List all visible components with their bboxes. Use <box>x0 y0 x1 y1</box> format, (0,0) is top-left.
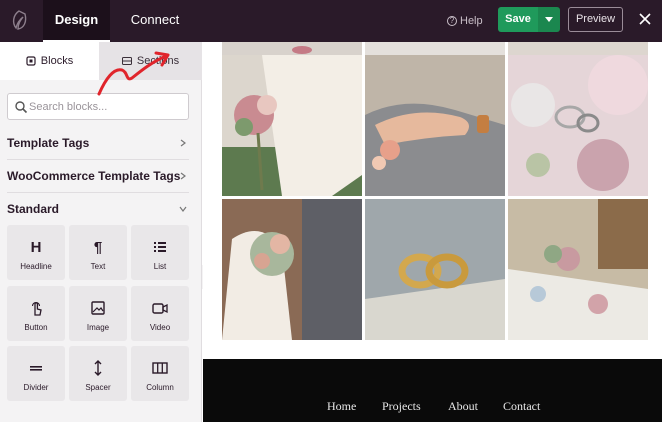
headline-icon: H <box>30 238 42 256</box>
block-label: Text <box>90 262 106 271</box>
image-icon <box>91 301 105 315</box>
block-text[interactable]: ¶ Text <box>69 225 127 280</box>
preview-button[interactable]: Preview <box>568 7 623 32</box>
block-button[interactable]: Button <box>7 286 65 341</box>
group-label: Standard <box>7 202 60 216</box>
block-label: Divider <box>23 383 49 392</box>
block-divider[interactable]: Divider <box>7 346 65 401</box>
gold-rings-photo <box>365 199 505 340</box>
block-list[interactable]: List <box>131 225 189 280</box>
group-woocommerce-template-tags[interactable]: WooCommerce Template Tags <box>7 160 189 193</box>
block-column[interactable]: Column <box>131 346 189 401</box>
block-spacer[interactable]: Spacer <box>69 346 127 401</box>
footer: Home Projects About Contact <box>203 359 662 422</box>
top-bar: Design Connect ? Help Save Preview <box>0 0 662 42</box>
seedprod-logo-icon <box>12 10 27 30</box>
block-video[interactable]: Video <box>131 286 189 341</box>
block-label: Button <box>24 323 48 332</box>
tab-connect[interactable]: Connect <box>125 0 185 42</box>
block-headline[interactable]: H Headline <box>7 225 65 280</box>
close-icon[interactable] <box>637 11 653 27</box>
help-link[interactable]: ? Help <box>447 13 483 29</box>
group-label: Template Tags <box>7 136 90 150</box>
group-standard[interactable]: Standard <box>7 193 189 226</box>
group-template-tags[interactable]: Template Tags <box>7 127 189 160</box>
annotation-arrow-icon <box>97 51 170 96</box>
block-label: Video <box>149 323 171 332</box>
footer-nav-about[interactable]: About <box>448 399 478 414</box>
footer-nav-home[interactable]: Home <box>327 399 356 414</box>
divider-icon <box>30 366 42 371</box>
pointer-icon <box>31 301 42 316</box>
block-label: Headline <box>20 262 52 271</box>
chevron-right-icon <box>180 172 186 180</box>
reception-table-photo <box>508 199 648 340</box>
spacer-icon <box>94 360 102 376</box>
footer-nav-contact[interactable]: Contact <box>503 399 540 414</box>
video-icon <box>152 303 168 314</box>
save-button[interactable]: Save <box>498 7 538 32</box>
chevron-down-icon <box>179 206 187 212</box>
help-icon: ? <box>447 16 457 26</box>
footer-nav-projects[interactable]: Projects <box>382 399 421 414</box>
block-image[interactable]: Image <box>69 286 127 341</box>
sidebar: Blocks Sections Template Tags WooCommerc… <box>0 42 202 422</box>
chevron-right-icon <box>180 139 186 147</box>
search-icon <box>15 101 28 114</box>
gallery-top-strip <box>222 42 648 55</box>
help-label: Help <box>460 15 483 27</box>
couple-bouquet-photo <box>222 199 362 340</box>
tab-blocks[interactable]: Blocks <box>0 42 99 80</box>
rings-on-flowers-photo <box>508 55 648 196</box>
bride-bouquet-photo <box>222 55 362 196</box>
block-label: Column <box>146 383 174 392</box>
tab-blocks-label: Blocks <box>40 55 74 67</box>
blocks-icon <box>26 56 36 66</box>
block-label: Image <box>86 323 110 332</box>
search-input[interactable] <box>29 98 179 116</box>
save-options-dropdown[interactable] <box>538 7 560 32</box>
block-label: List <box>153 262 167 271</box>
column-icon <box>152 362 168 374</box>
paragraph-icon: ¶ <box>93 238 103 256</box>
group-label: WooCommerce Template Tags <box>7 169 181 183</box>
holding-hands-rings-photo <box>365 55 505 196</box>
page-canvas: Home Projects About Contact <box>203 42 662 422</box>
list-icon <box>154 242 166 252</box>
block-label: Spacer <box>85 383 111 392</box>
tab-design[interactable]: Design <box>43 0 110 42</box>
